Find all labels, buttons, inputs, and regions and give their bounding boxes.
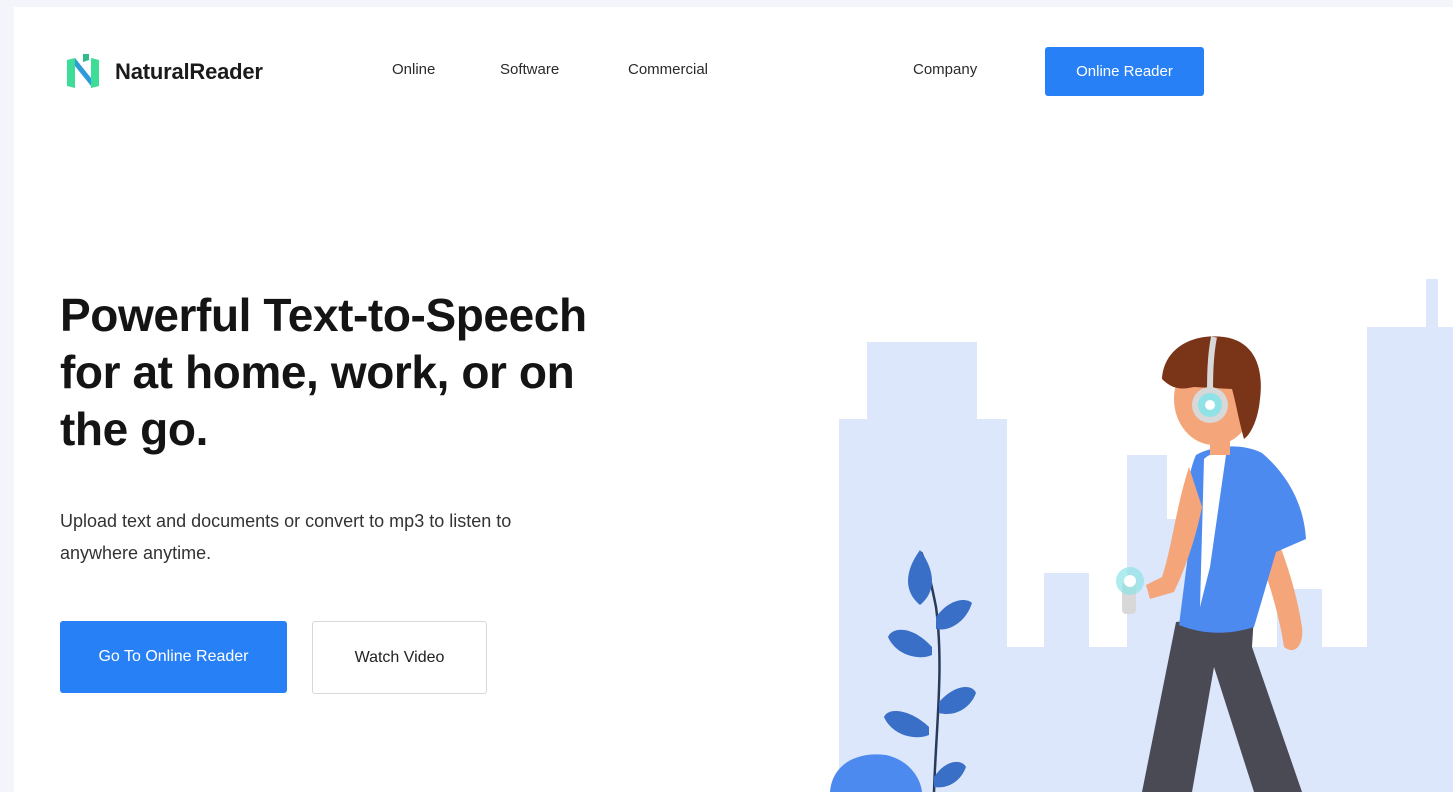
- city-skyline: [839, 279, 1453, 792]
- landing-page: NaturalReader Online Software Commercial…: [14, 7, 1453, 792]
- hero-illustration: [830, 279, 1453, 792]
